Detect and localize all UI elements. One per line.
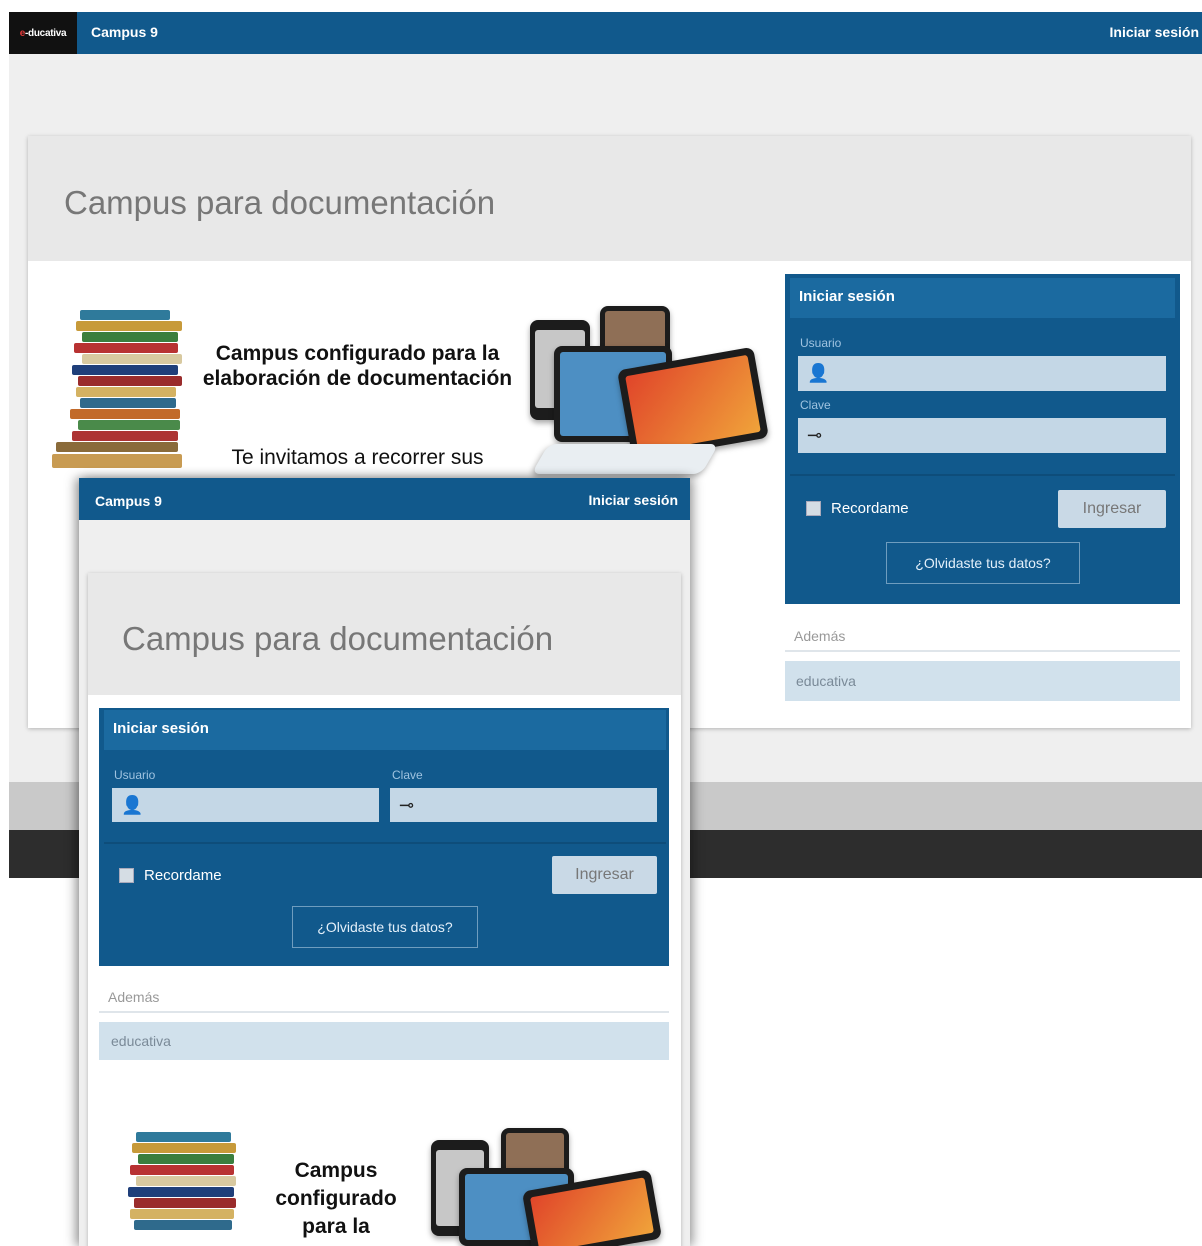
mobile-password-field[interactable]: ⊸ [390,788,657,822]
mobile-login-divider [104,842,666,844]
password-field[interactable]: ⊸ [798,418,1166,453]
educativa-link[interactable]: educativa [785,661,1180,701]
brand-link[interactable]: Campus 9 [91,24,158,40]
mobile-submit-button[interactable]: Ingresar [552,856,657,894]
remember-checkbox[interactable]: Recordame [806,500,909,517]
user-field[interactable]: 👤 [798,356,1166,391]
desktop-top-bar [9,12,1202,54]
mobile-remember-label: Recordame [144,867,222,884]
mobile-page-title: Campus para documentación [122,620,554,657]
mobile-promo-line1: Campus [294,1159,378,1182]
mobile-login-title: Iniciar sesión [104,710,666,750]
desktop-login-title: Iniciar sesión [790,278,1175,318]
mobile-promo-line2: configurado [275,1187,397,1210]
mobile-devices-image [431,1128,681,1246]
mobile-books-stack-image [124,1130,244,1246]
key-icon: ⊸ [399,794,415,815]
key-icon: ⊸ [807,425,823,445]
mobile-forgot-password-button[interactable]: ¿Olvidaste tus datos? [292,906,478,948]
forgot-password-button[interactable]: ¿Olvidaste tus datos? [886,542,1080,584]
books-stack-image [52,308,187,478]
submit-button[interactable]: Ingresar [1058,490,1166,528]
user-label: Usuario [800,336,842,350]
promo-subtext: Te invitamos a recorrer sus [231,446,484,469]
educativa-logo[interactable]: e -ducativa [9,12,77,54]
promo-heading: Campus configurado para la elaboración d… [202,342,513,391]
mobile-user-field[interactable]: 👤 [112,788,379,822]
mobile-user-label: Usuario [114,768,156,782]
mobile-extras-heading: Además [99,989,669,1013]
extras-heading: Además [785,628,1180,652]
devices-image [522,306,769,482]
remember-label: Recordame [831,500,909,517]
user-icon: 👤 [807,363,830,383]
user-icon: 👤 [121,794,144,815]
top-login-link[interactable]: Iniciar sesión [1110,24,1199,40]
desktop-login-divider [790,474,1175,476]
checkbox-box[interactable] [806,501,821,516]
mobile-top-login-link[interactable]: Iniciar sesión [589,492,678,508]
password-label: Clave [800,398,831,412]
mobile-promo-line3: para la [302,1215,370,1238]
checkbox-box[interactable] [119,868,134,883]
mobile-remember-checkbox[interactable]: Recordame [119,867,222,884]
mobile-view-overlay: Campus 9 Iniciar sesión Campus para docu… [79,478,690,1246]
mobile-educativa-link[interactable]: educativa [99,1022,669,1060]
page-title: Campus para documentación [64,184,496,221]
mobile-password-label: Clave [392,768,423,782]
mobile-brand-link[interactable]: Campus 9 [95,493,162,509]
